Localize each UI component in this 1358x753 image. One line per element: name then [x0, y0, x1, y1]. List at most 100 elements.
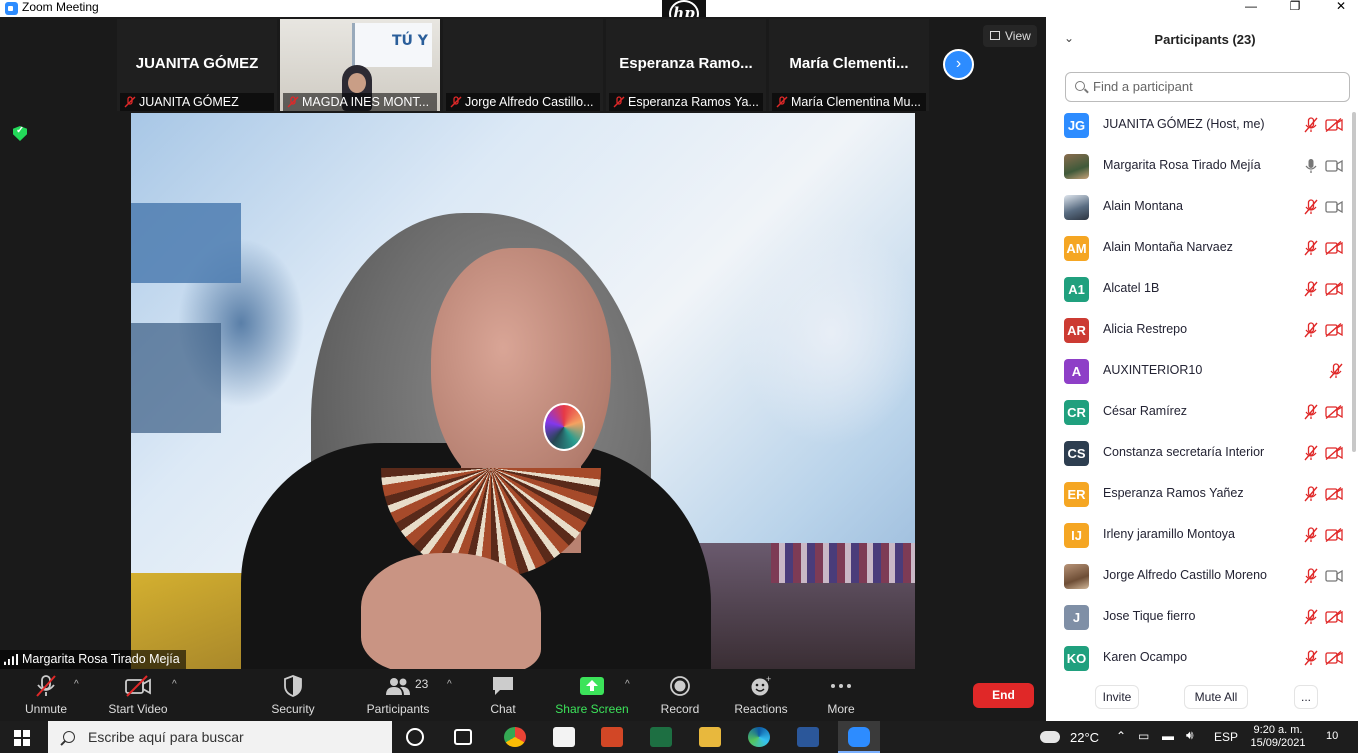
- participant-list-scrollbar[interactable]: [1352, 112, 1356, 452]
- video-off-icon[interactable]: [1325, 609, 1343, 625]
- security-button[interactable]: Security: [262, 669, 324, 721]
- video-off-icon[interactable]: [1325, 240, 1343, 256]
- muted-mic-icon[interactable]: [1304, 199, 1318, 215]
- video-off-icon[interactable]: [1325, 117, 1343, 133]
- participants-options-caret[interactable]: ^: [447, 679, 452, 690]
- video-tile[interactable]: Esperanza Ramo... Esperanza Ramos Ya...: [606, 19, 766, 111]
- video-tile[interactable]: María Clementi... María Clementina Mu...: [769, 19, 929, 111]
- task-view-icon[interactable]: [454, 729, 472, 745]
- input-language[interactable]: ESP: [1214, 730, 1238, 744]
- muted-mic-icon[interactable]: [1304, 281, 1318, 297]
- clock-time: 9:20 a. m.: [1253, 724, 1303, 736]
- muted-mic-icon[interactable]: [1304, 650, 1318, 666]
- participant-row[interactable]: Jorge Alfredo Castillo Moreno: [1046, 556, 1358, 597]
- audio-options-caret[interactable]: ^: [74, 679, 79, 690]
- muted-mic-icon[interactable]: [1304, 486, 1318, 502]
- video-off-icon[interactable]: [1325, 486, 1343, 502]
- muted-mic-icon[interactable]: [1304, 445, 1318, 461]
- tile-label-text: Jorge Alfredo Castillo...: [465, 95, 594, 109]
- video-options-caret[interactable]: ^: [172, 679, 177, 690]
- participant-row[interactable]: Margarita Rosa Tirado Mejía: [1046, 146, 1358, 187]
- muted-mic-icon[interactable]: [1304, 527, 1318, 543]
- unmute-button[interactable]: Unmute: [14, 669, 78, 721]
- file-explorer-icon[interactable]: [699, 727, 721, 747]
- chrome-icon[interactable]: [504, 727, 526, 747]
- windows-start-icon[interactable]: [14, 730, 30, 746]
- participant-row[interactable]: AM Alain Montaña Narvaez: [1046, 228, 1358, 269]
- participant-row[interactable]: CS Constanza secretaría Interior: [1046, 433, 1358, 474]
- clock[interactable]: 9:20 a. m. 15/09/2021: [1246, 724, 1310, 750]
- more-button[interactable]: More: [818, 669, 864, 721]
- record-button[interactable]: Record: [652, 669, 708, 721]
- end-meeting-button[interactable]: End: [973, 683, 1034, 708]
- participant-row[interactable]: AR Alicia Restrepo: [1046, 310, 1358, 351]
- encryption-shield-icon[interactable]: [13, 126, 27, 141]
- participant-name: JUANITA GÓMEZ (Host, me): [1103, 117, 1265, 131]
- tile-label: MAGDA INES MONT...: [283, 93, 437, 111]
- muted-mic-icon[interactable]: [1304, 609, 1318, 625]
- video-off-icon[interactable]: [1325, 322, 1343, 338]
- participant-row[interactable]: KO Karen Ocampo: [1046, 638, 1358, 675]
- close-button[interactable]: ✕: [1318, 0, 1358, 17]
- mute-all-button[interactable]: Mute All: [1184, 685, 1248, 709]
- muted-mic-icon[interactable]: [1304, 240, 1318, 256]
- temperature[interactable]: 22°C: [1070, 730, 1099, 745]
- video-tile[interactable]: JUANITA GÓMEZ JUANITA GÓMEZ: [117, 19, 277, 111]
- participant-row[interactable]: Alain Montana: [1046, 187, 1358, 228]
- video-off-icon[interactable]: [1325, 445, 1343, 461]
- participant-name: Jose Tique fierro: [1103, 609, 1196, 623]
- video-icon[interactable]: [1325, 569, 1343, 583]
- excel-icon[interactable]: [650, 727, 672, 747]
- video-icon[interactable]: [1325, 159, 1343, 173]
- powerpoint-icon[interactable]: [601, 727, 623, 747]
- video-tile[interactable]: TÚ Y MAGDA INES MONT...: [280, 19, 440, 111]
- word-icon[interactable]: [797, 727, 819, 747]
- view-button[interactable]: View: [983, 25, 1037, 47]
- reactions-button[interactable]: + Reactions: [728, 669, 794, 721]
- participant-row[interactable]: JG JUANITA GÓMEZ (Host, me): [1046, 105, 1358, 146]
- muted-mic-icon[interactable]: [1304, 322, 1318, 338]
- battery-icon[interactable]: ▬: [1162, 729, 1174, 743]
- participant-name: César Ramírez: [1103, 404, 1188, 418]
- participant-row[interactable]: ER Esperanza Ramos Yañez: [1046, 474, 1358, 515]
- muted-mic-icon[interactable]: [1329, 363, 1343, 379]
- muted-mic-icon[interactable]: [1304, 568, 1318, 584]
- panel-more-button[interactable]: ...: [1294, 685, 1318, 709]
- volume-icon[interactable]: 🔊︎: [1186, 728, 1194, 743]
- participant-row[interactable]: J Jose Tique fierro: [1046, 597, 1358, 638]
- store-icon[interactable]: [553, 727, 575, 747]
- cortana-icon[interactable]: [406, 728, 424, 746]
- invite-button[interactable]: Invite: [1095, 685, 1139, 709]
- video-off-icon[interactable]: [1325, 650, 1343, 666]
- muted-mic-icon[interactable]: [1304, 117, 1318, 133]
- notifications-badge[interactable]: 10: [1326, 730, 1338, 742]
- participant-search-input[interactable]: Find a participant: [1065, 72, 1350, 102]
- participant-row[interactable]: A1 Alcatel 1B: [1046, 269, 1358, 310]
- mic-icon[interactable]: [1304, 158, 1318, 174]
- participant-row[interactable]: IJ Irleny jaramillo Montoya: [1046, 515, 1358, 556]
- tile-label: Esperanza Ramos Ya...: [609, 93, 763, 111]
- tray-chevron-icon[interactable]: ⌃: [1116, 729, 1126, 743]
- tile-label: Jorge Alfredo Castillo...: [446, 93, 600, 111]
- video-tile[interactable]: Jorge Alfredo Castillo...: [443, 19, 603, 111]
- taskbar-search-input[interactable]: Escribe aquí para buscar: [48, 721, 392, 753]
- start-video-button[interactable]: Start Video: [102, 669, 174, 721]
- maximize-button[interactable]: ❐: [1272, 0, 1318, 17]
- muted-mic-icon[interactable]: [1304, 404, 1318, 420]
- edge-icon[interactable]: [748, 727, 770, 747]
- video-off-icon[interactable]: [1325, 404, 1343, 420]
- network-icon[interactable]: ▭: [1138, 729, 1149, 743]
- share-options-caret[interactable]: ^: [625, 679, 630, 690]
- participant-row[interactable]: CR César Ramírez: [1046, 392, 1358, 433]
- video-off-icon[interactable]: [1325, 527, 1343, 543]
- minimize-button[interactable]: —: [1228, 0, 1274, 17]
- participant-row[interactable]: A AUXINTERIOR10: [1046, 351, 1358, 392]
- share-screen-button[interactable]: Share Screen: [552, 669, 632, 721]
- video-icon[interactable]: [1325, 200, 1343, 214]
- next-page-button[interactable]: ›: [943, 49, 974, 80]
- video-off-icon[interactable]: [1325, 281, 1343, 297]
- taskbar-search-placeholder: Escribe aquí para buscar: [88, 729, 244, 745]
- weather-cloud-icon[interactable]: [1040, 731, 1060, 743]
- chat-button[interactable]: Chat: [480, 669, 526, 721]
- share-screen-label: Share Screen: [555, 702, 629, 716]
